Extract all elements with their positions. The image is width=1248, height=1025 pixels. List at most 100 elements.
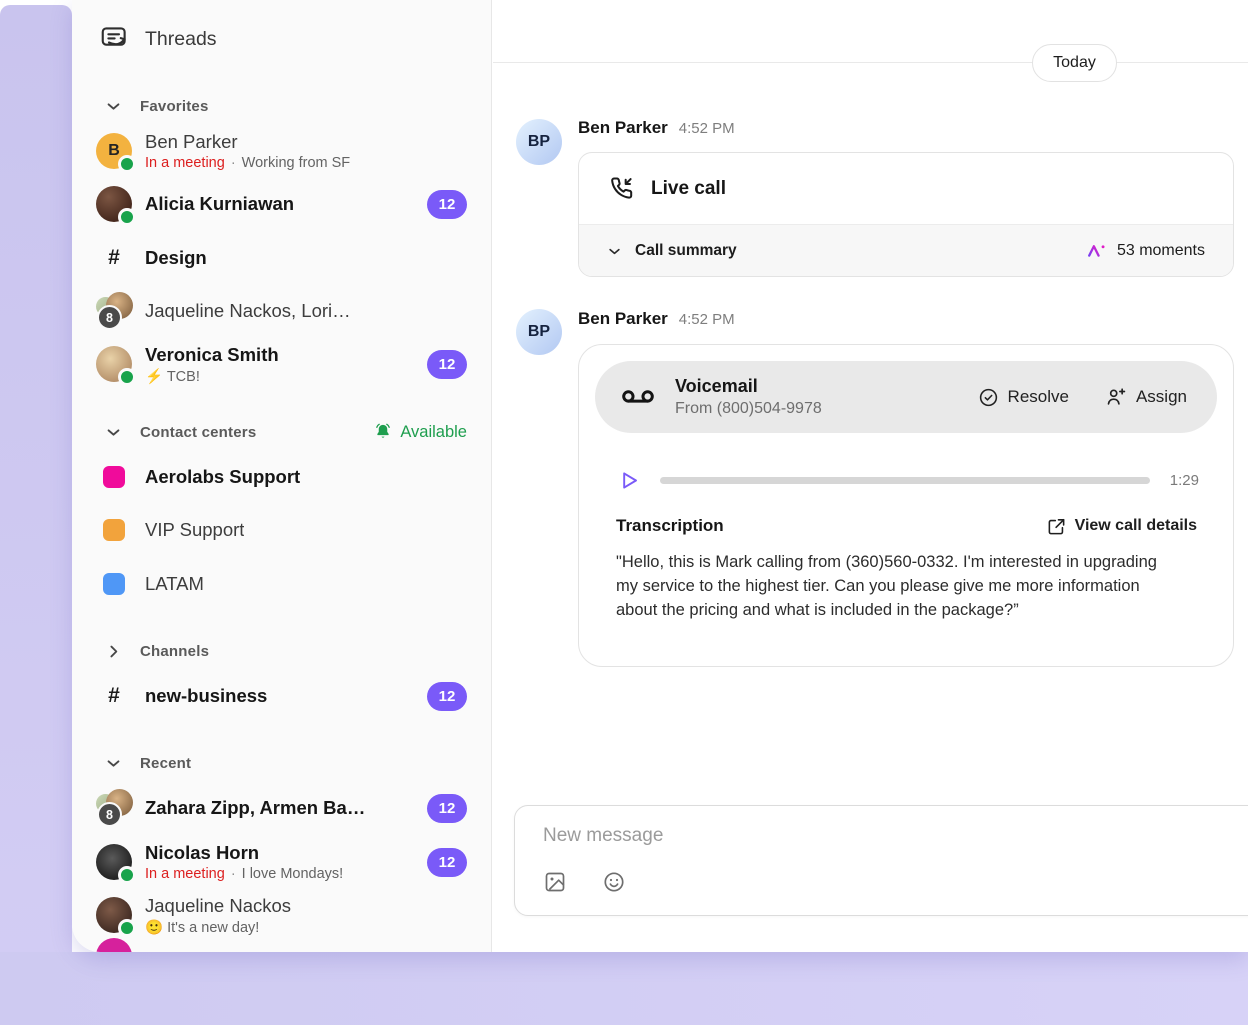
presence-dot (118, 368, 136, 386)
channels-label: Channels (140, 643, 209, 660)
message-timestamp: 4:52 PM (679, 311, 735, 328)
sidebar-item-ben-parker[interactable]: B Ben Parker In a meeting · Working from… (72, 126, 491, 176)
background-left-strip (0, 5, 72, 1025)
group-name: Zahara Zipp, Armen Ba… (145, 797, 365, 819)
avatar (96, 346, 132, 382)
chevron-down-icon (105, 424, 122, 441)
status-extra: Working from SF (242, 155, 351, 171)
group-avatar: 8 (96, 789, 136, 827)
status-separator: · (231, 866, 236, 882)
resolve-button[interactable]: Resolve (978, 387, 1069, 408)
availability-indicator: Available (373, 422, 467, 442)
audio-duration: 1:29 (1170, 472, 1199, 489)
contact-centers-label: Contact centers (140, 424, 256, 441)
sidebar-item-veronica-smith[interactable]: Veronica Smith ⚡ TCB! 12 (72, 339, 491, 389)
sidebar-item-zahara-group[interactable]: 8 Zahara Zipp, Armen Ba… 12 (72, 784, 491, 832)
phone-incoming-icon (607, 175, 634, 202)
contact-center-name: Aerolabs Support (145, 466, 300, 488)
assign-button[interactable]: Assign (1105, 386, 1187, 408)
status-text: ⚡ TCB! (145, 368, 200, 385)
chevron-down-icon (105, 98, 122, 115)
status-text: 🙂 It's a new day! (145, 919, 259, 936)
presence-dot (118, 155, 136, 173)
hash-icon: # (108, 684, 120, 708)
section-header-contact-centers[interactable]: Contact centers Available (72, 412, 491, 452)
message-author: Ben Parker (578, 118, 668, 138)
group-member-count: 8 (97, 305, 122, 330)
status-separator: · (231, 155, 236, 171)
attach-image-button[interactable] (543, 870, 567, 894)
message-composer[interactable]: New message (514, 805, 1248, 916)
play-button[interactable] (617, 469, 640, 492)
group-avatar: 8 (96, 292, 136, 330)
unread-badge: 12 (427, 848, 467, 877)
hash-icon: # (108, 246, 120, 270)
check-circle-icon (978, 387, 999, 408)
audio-player: 1:29 (617, 467, 1199, 493)
sidebar-item-jaqueline-group[interactable]: 8 Jaqueline Nackos, Lori… (72, 287, 491, 335)
presence-dot (118, 208, 136, 226)
bell-icon (373, 422, 393, 442)
conversation-panel: Today BP Ben Parker 4:52 PM Live call (493, 0, 1248, 952)
message-timestamp: 4:52 PM (679, 120, 735, 137)
sidebar-item-new-business[interactable]: # new-business 12 (72, 674, 491, 718)
chevron-down-icon (607, 244, 622, 259)
avatar (96, 186, 132, 222)
sidebar-item-design-channel[interactable]: # Design (72, 236, 491, 280)
contact-name: Alicia Kurniawan (145, 193, 294, 215)
contact-name: Veronica Smith (145, 344, 427, 366)
status-text: In a meeting (145, 155, 225, 171)
group-member-count: 8 (97, 802, 122, 827)
section-header-recent[interactable]: Recent (72, 743, 491, 783)
call-summary-toggle[interactable]: Call summary 53 moments (579, 224, 1233, 277)
section-header-favorites[interactable]: Favorites (72, 86, 491, 126)
sidebar-item-vip-support[interactable]: VIP Support (72, 508, 491, 552)
live-call-card: Live call Call summary (578, 152, 1234, 277)
contact-center-name: LATAM (145, 573, 204, 595)
channel-name: new-business (145, 685, 267, 707)
view-call-details-link[interactable]: View call details (1047, 517, 1197, 536)
contact-center-swatch (103, 466, 125, 488)
message-header: Ben Parker 4:52 PM (578, 309, 735, 329)
avatar: BP (516, 309, 562, 355)
message-author: Ben Parker (578, 309, 668, 329)
sidebar-item-nicolas-horn[interactable]: Nicolas Horn In a meeting · I love Monda… (72, 837, 491, 887)
emoji-button[interactable] (602, 870, 626, 894)
voicemail-title: Voicemail (675, 376, 978, 397)
presence-dot (118, 919, 136, 937)
chevron-down-icon (105, 755, 122, 772)
date-pill[interactable]: Today (1032, 44, 1117, 82)
unread-badge: 12 (427, 794, 467, 823)
sidebar-item-latam[interactable]: LATAM (72, 562, 491, 606)
sidebar-item-jaqueline-nackos[interactable]: Jaqueline Nackos 🙂 It's a new day! (72, 890, 491, 940)
contact-name: Jaqueline Nackos (145, 895, 467, 917)
sidebar-item-aerolabs-support[interactable]: Aerolabs Support (72, 455, 491, 499)
voicemail-card: Voicemail From (800)504-9978 Resolve (578, 344, 1234, 667)
sidebar-item-threads[interactable]: Threads (72, 17, 491, 61)
audio-progress-bar[interactable] (660, 477, 1150, 484)
live-call-title: Live call (651, 178, 726, 200)
status-text: In a meeting (145, 866, 225, 882)
moments-count: 53 moments (1117, 242, 1205, 260)
transcription-text: "Hello, this is Mark calling from (360)5… (616, 550, 1166, 622)
avatar (96, 938, 132, 952)
voicemail-from: From (800)504-9978 (675, 400, 978, 418)
section-header-channels[interactable]: Channels (72, 631, 491, 671)
threads-icon (96, 24, 132, 54)
view-call-details-label: View call details (1075, 517, 1197, 535)
voicemail-header: Voicemail From (800)504-9978 Resolve (595, 361, 1217, 433)
contact-center-swatch (103, 519, 125, 541)
call-summary-label: Call summary (635, 242, 737, 260)
group-name: Jaqueline Nackos, Lori… (145, 300, 351, 322)
unread-badge: 12 (427, 682, 467, 711)
unread-badge: 12 (427, 350, 467, 379)
sidebar: Threads Favorites B Ben Parker In a meet… (72, 0, 492, 952)
app-window: Threads Favorites B Ben Parker In a meet… (72, 0, 1248, 952)
avatar (96, 897, 132, 933)
channel-name: Design (145, 247, 207, 269)
composer-placeholder: New message (543, 825, 663, 847)
sidebar-item-alicia-kurniawan[interactable]: Alicia Kurniawan 12 (72, 182, 491, 226)
unread-badge: 12 (427, 190, 467, 219)
contact-center-name: VIP Support (145, 519, 244, 541)
background-bottom-strip (0, 952, 1248, 1025)
